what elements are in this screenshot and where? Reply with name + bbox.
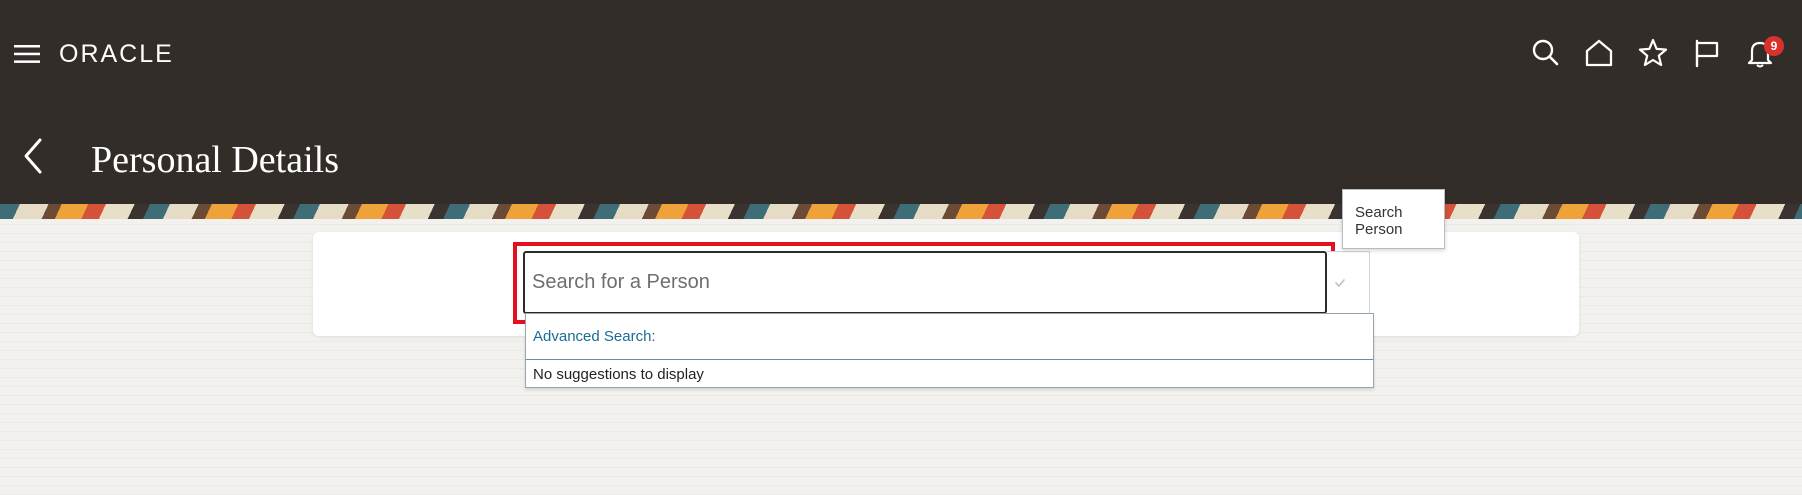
decorative-banner [0,204,1802,219]
search-person-tooltip: Search Person [1342,189,1445,249]
dropdown-divider [526,359,1373,360]
no-suggestions-message: No suggestions to display [533,366,704,383]
menu-icon[interactable] [14,44,40,64]
notification-count-badge: 9 [1764,36,1784,56]
flag-icon[interactable] [1690,36,1724,70]
person-search-input[interactable] [523,251,1327,314]
advanced-search-link[interactable]: Advanced Search: [533,328,656,345]
star-icon[interactable] [1636,36,1670,70]
page-title: Personal Details [91,139,340,181]
oracle-logo[interactable]: ORACLE [59,40,174,69]
search-suggestions-dropdown: Advanced Search: No suggestions to displ… [525,313,1374,388]
home-icon[interactable] [1582,36,1616,70]
back-chevron-icon[interactable] [18,134,48,178]
checkmark-icon[interactable] [1334,276,1346,288]
search-icon[interactable] [1529,36,1563,70]
